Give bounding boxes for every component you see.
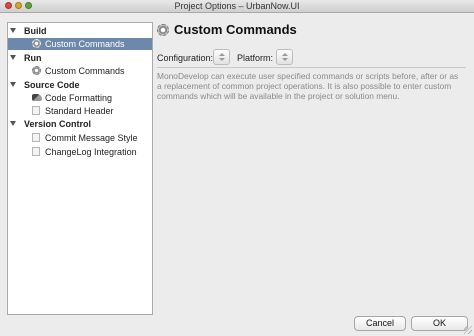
divider (157, 67, 466, 68)
gear-icon (157, 24, 169, 36)
title-bar[interactable]: Project Options – UrbanNow.UI (0, 0, 474, 13)
gear-icon (32, 39, 41, 48)
disclosure-triangle-icon[interactable] (10, 28, 16, 33)
document-icon (32, 147, 41, 156)
sidebar-item-changelog-integration[interactable]: ChangeLog Integration (8, 146, 152, 158)
cancel-button[interactable]: Cancel (354, 316, 406, 331)
window-title: Project Options – UrbanNow.UI (174, 1, 300, 11)
chevron-down-icon (219, 58, 225, 61)
sidebar-item-label: Commit Message Style (45, 133, 138, 143)
sidebar-group-label: Run (24, 53, 42, 63)
sidebar-item-code-formatting[interactable]: Code Formatting (8, 92, 152, 104)
brush-icon (32, 93, 42, 102)
sidebar-group-label: Source Code (24, 80, 80, 90)
disclosure-triangle-icon[interactable] (10, 121, 16, 126)
sidebar-item-standard-header[interactable]: Standard Header (8, 105, 152, 117)
sidebar-item-label: Custom Commands (45, 66, 125, 76)
sidebar-item-label: Code Formatting (45, 93, 113, 103)
configuration-selector[interactable] (213, 49, 230, 65)
sidebar-group-label: Build (24, 26, 47, 36)
chevron-up-icon (282, 53, 288, 56)
disclosure-triangle-icon[interactable] (10, 55, 16, 60)
ok-button[interactable]: OK (411, 316, 468, 331)
gear-icon (32, 66, 41, 75)
platform-selector[interactable] (276, 49, 293, 65)
page-title: Custom Commands (174, 22, 297, 37)
sidebar-item-build-custom-commands[interactable]: Custom Commands (8, 38, 152, 50)
chevron-down-icon (282, 58, 288, 61)
sidebar-item-run-custom-commands[interactable]: Custom Commands (8, 65, 152, 77)
disclosure-triangle-icon[interactable] (10, 82, 16, 87)
document-icon (32, 106, 41, 115)
sidebar-group-source-code[interactable]: Source Code (8, 80, 152, 91)
chevron-up-icon (219, 53, 225, 56)
options-sidebar: Build Custom Commands Run Custom Command… (7, 22, 153, 315)
sidebar-group-label: Version Control (24, 119, 92, 129)
sidebar-group-build[interactable]: Build (8, 26, 152, 37)
platform-label: Platform: (237, 53, 274, 63)
sidebar-item-label: Standard Header (45, 106, 114, 116)
project-options-window: Project Options – UrbanNow.UI Build Cust… (0, 0, 474, 336)
sidebar-item-label: ChangeLog Integration (45, 147, 137, 157)
resize-grip-icon[interactable] (464, 326, 472, 334)
sidebar-item-label: Custom Commands (45, 39, 125, 49)
description-text: MonoDevelop can execute user specified c… (157, 71, 459, 101)
sidebar-item-commit-message-style[interactable]: Commit Message Style (8, 132, 152, 144)
sidebar-group-run[interactable]: Run (8, 53, 152, 64)
configuration-label: Configuration: (157, 53, 214, 63)
document-icon (32, 133, 41, 142)
sidebar-group-version-control[interactable]: Version Control (8, 119, 152, 130)
